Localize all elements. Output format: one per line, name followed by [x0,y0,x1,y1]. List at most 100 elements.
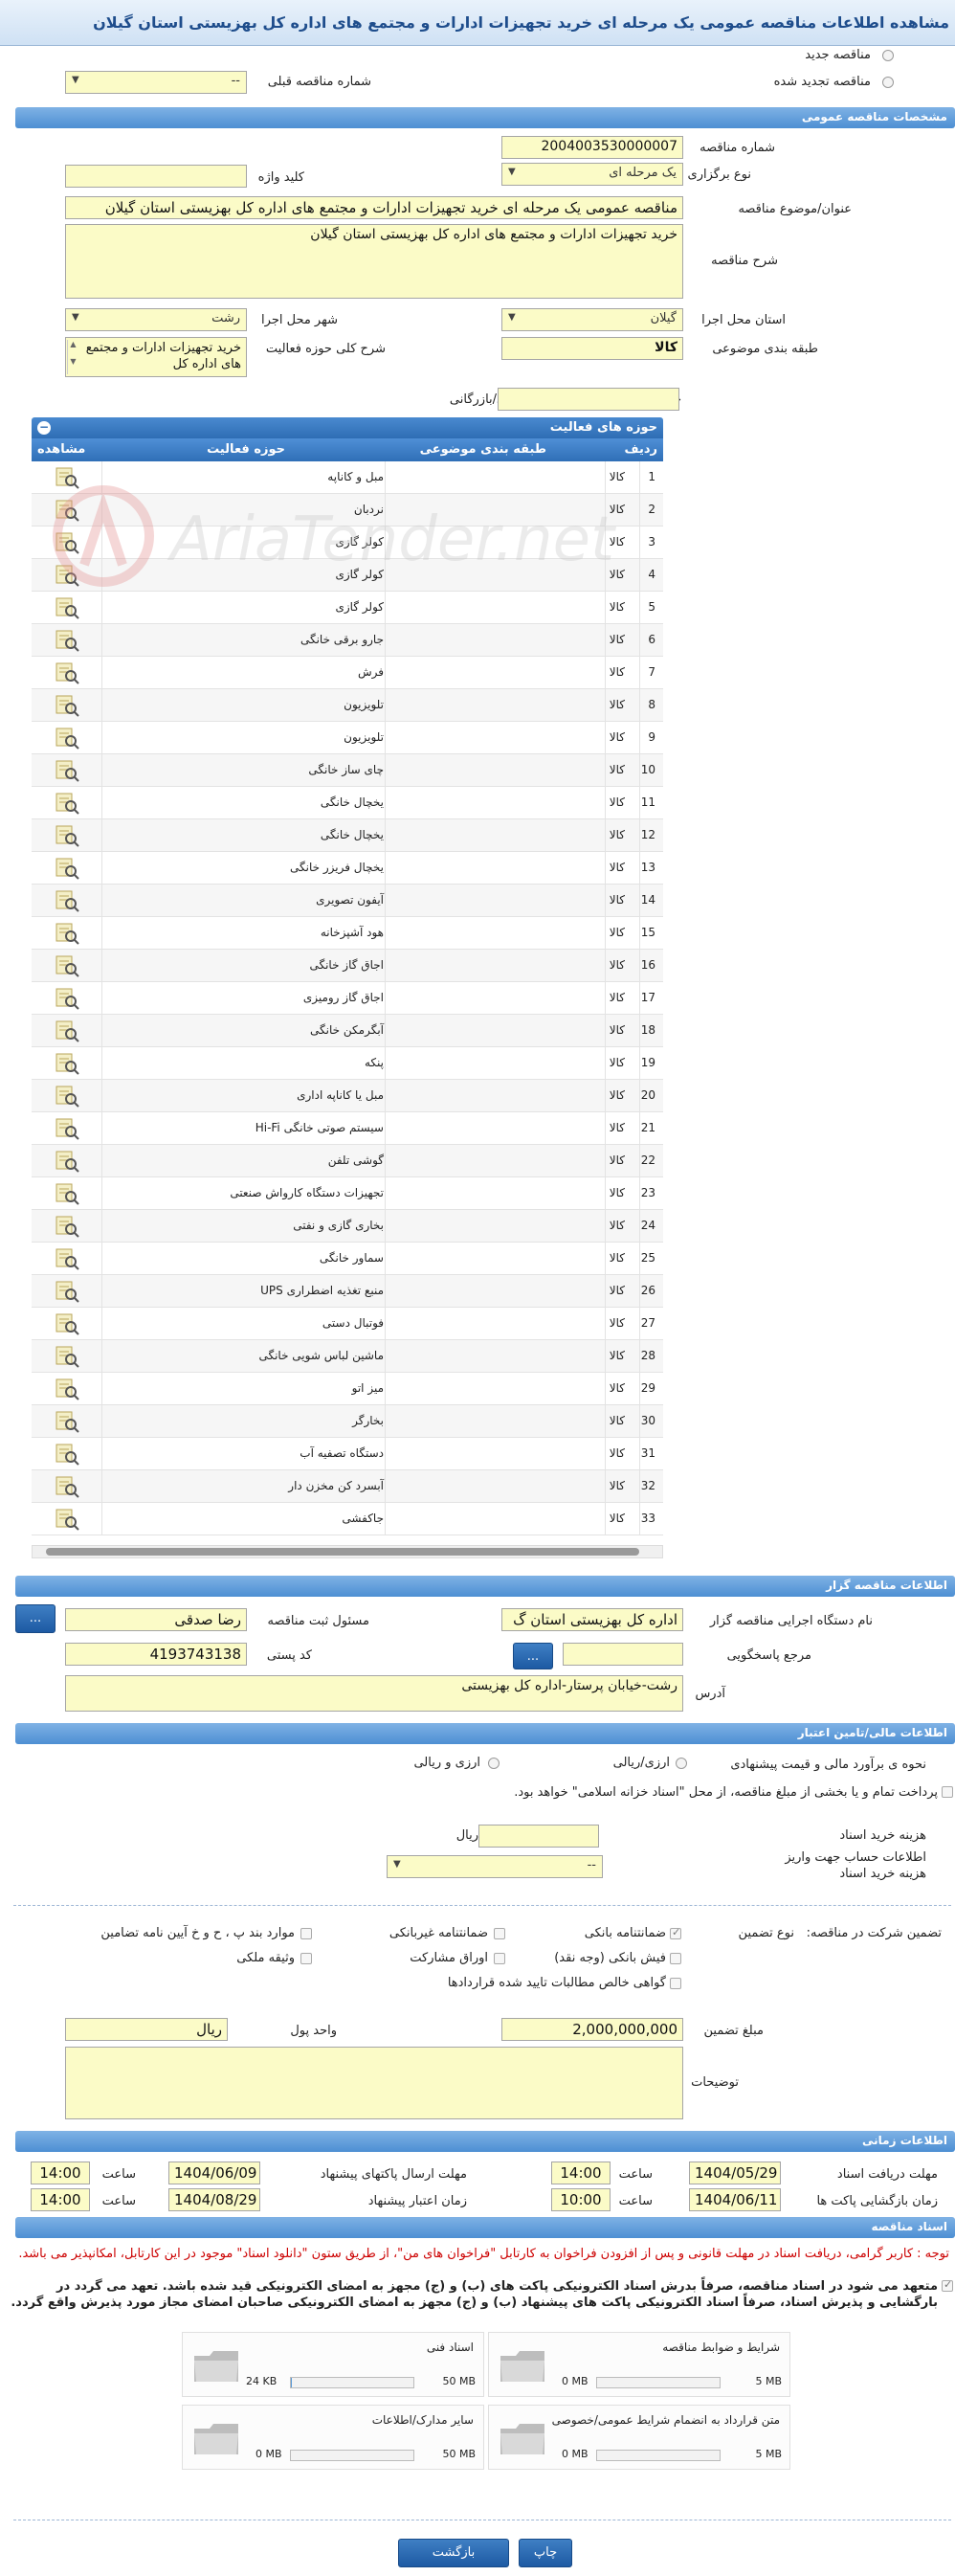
g4-checkbox[interactable] [670,1953,681,1964]
open-time[interactable]: 10:00 [551,2188,611,2211]
row-activity: سماور خانگی [319,1251,384,1265]
g7-checkbox[interactable] [670,1978,681,1989]
table-row: 26 کالا منبع تغذیه اضطراری UPS [32,1275,663,1308]
description-field[interactable]: خرید تجهیزات ادارات و مجتمع های اداره کل… [65,224,683,299]
table-horizontal-scrollbar[interactable] [32,1545,663,1558]
postal-field[interactable]: 4193743138 [65,1643,247,1666]
notes-field[interactable] [65,2047,683,2119]
col-row: ردیف [624,442,657,457]
watermark-logo: AriaTender.net [53,485,617,587]
view-icon[interactable] [55,727,79,750]
send-date[interactable]: 1404/06/09 [168,2162,260,2184]
category-field[interactable]: کالا [501,337,683,360]
view-icon[interactable] [55,922,79,945]
view-icon[interactable] [55,954,79,977]
view-icon[interactable] [55,694,79,717]
view-icon[interactable] [55,1378,79,1400]
collapse-icon[interactable]: − [37,421,51,435]
view-icon[interactable] [55,629,79,652]
g5-checkbox[interactable] [494,1953,505,1964]
reference-field[interactable] [563,1643,683,1666]
valid-time[interactable]: 14:00 [31,2188,90,2211]
currency-field[interactable]: ریال [65,2018,228,2041]
row-activity: اجاق گاز رومیزی [302,991,384,1004]
view-icon[interactable] [55,1215,79,1238]
view-icon[interactable] [55,792,79,815]
amount-field[interactable]: 2,000,000,000 [501,2018,683,2041]
table-row: 10 کالا چای ساز خانگی [32,754,663,787]
commit-checkbox[interactable] [942,2278,953,2292]
view-icon[interactable] [55,889,79,912]
view-icon[interactable] [55,1247,79,1270]
min-score-field[interactable] [498,388,679,411]
treasury-checkbox[interactable] [942,1786,953,1798]
g1-checkbox[interactable] [670,1926,681,1939]
row-category: کالا [609,1381,625,1395]
file-box-2[interactable]: اسناد فنی 50 MB 24 KB [182,2332,484,2397]
file-box-4[interactable]: سایر مدارک/اطلاعات 50 MB 0 MB [182,2405,484,2470]
open-date[interactable]: 1404/06/11 [689,2188,781,2211]
receive-time[interactable]: 14:00 [551,2162,611,2184]
prev-number-select[interactable]: ▼ -- [65,71,247,94]
send-time[interactable]: 14:00 [31,2162,90,2184]
g2-checkbox[interactable] [494,1928,505,1939]
view-icon[interactable] [55,1085,79,1108]
view-icon[interactable] [55,1280,79,1303]
responsible-lookup-button[interactable]: ... [15,1604,56,1633]
file-max: 5 MB [755,2375,782,2387]
view-icon[interactable] [55,1345,79,1368]
org-field[interactable]: اداره کل بهزیستی استان گ [501,1608,683,1631]
receive-date[interactable]: 1404/05/29 [689,2162,781,2184]
view-icon[interactable] [55,1475,79,1498]
view-icon[interactable] [55,1150,79,1173]
responsible-field[interactable]: رضا صدقی [65,1608,247,1631]
view-icon[interactable] [55,1508,79,1531]
g6-checkbox[interactable] [300,1953,312,1964]
print-button[interactable]: چاپ [519,2539,572,2567]
view-icon[interactable] [55,661,79,684]
view-icon[interactable] [55,1117,79,1140]
province-select[interactable]: ▼ گیلان [501,308,683,331]
account-select[interactable]: ▼ -- [387,1855,603,1878]
view-icon[interactable] [55,1019,79,1042]
tender-number-field[interactable]: 2004003530000007 [501,136,683,159]
scope-field[interactable]: خرید تجهیزات ادارات و مجتمع های اداره کل [65,337,247,377]
row-category: کالا [609,600,625,614]
row-number: 13 [640,861,655,874]
reference-lookup-button[interactable]: ... [513,1643,553,1669]
type-select[interactable]: ▼ یک مرحله ای [501,163,683,186]
subject-field[interactable]: مناقصه عمومی یک مرحله ای خرید تجهیزات اد… [65,196,683,219]
view-icon[interactable] [55,1182,79,1205]
keyword-label: کلید واژه [257,170,304,185]
row-activity: بخاری گازی و نفتی [293,1219,384,1232]
file-box-3[interactable]: متن قرارداد به انضمام شرایط عمومی/خصوصی … [488,2405,790,2470]
view-icon[interactable] [55,1052,79,1075]
view-icon[interactable] [55,596,79,619]
row-number: 20 [640,1088,655,1102]
view-icon[interactable] [55,987,79,1010]
g3-checkbox[interactable] [300,1928,312,1939]
address-field[interactable]: رشت-خیابان پرستار-اداره کل بهزیستی [65,1675,683,1712]
view-icon[interactable] [55,1410,79,1433]
back-button[interactable]: بازگشت [398,2539,509,2567]
view-icon[interactable] [55,759,79,782]
radio-rial-fx[interactable] [676,1758,687,1769]
scope-scrollbar[interactable]: ▲ ▼ [67,340,78,374]
keyword-field[interactable] [65,165,247,188]
file-used: 24 KB [246,2375,278,2387]
scrollbar-thumb[interactable] [46,1548,639,1556]
file-box-1[interactable]: شرایط و ضوابط مناقصه 5 MB 0 MB [488,2332,790,2397]
valid-date[interactable]: 1404/08/29 [168,2188,260,2211]
radio-fx-and-rial[interactable] [488,1758,500,1769]
view-icon[interactable] [55,857,79,880]
radio-renewed-tender[interactable] [882,77,894,88]
radio-new-tender[interactable] [882,50,894,61]
activities-columns: ردیف طبقه بندی موضوعی حوزه فعالیت مشاهده [32,438,663,461]
view-icon[interactable] [55,1443,79,1466]
view-icon[interactable] [55,824,79,847]
row-activity: یخچال خانگی [320,795,384,809]
view-icon[interactable] [55,1312,79,1335]
city-select[interactable]: ▼ رشت [65,308,247,331]
doc-fee-field[interactable] [478,1825,599,1848]
row-category: کالا [609,470,625,483]
